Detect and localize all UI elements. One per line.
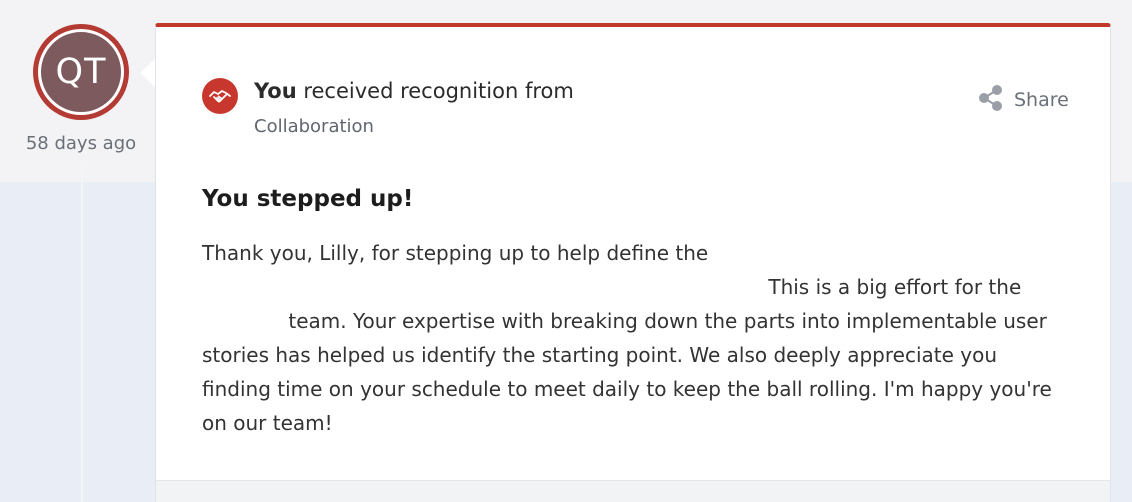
message-part-2: This is a big effort for the xyxy=(762,275,1022,299)
share-icon xyxy=(976,83,1006,117)
received-text: received recognition from xyxy=(296,79,581,103)
redacted-project-name xyxy=(202,278,762,299)
redacted-team-name xyxy=(202,312,282,333)
recipient-you: You xyxy=(254,79,297,103)
message-part-1: Thank you, Lilly, for stepping up to hel… xyxy=(202,241,709,265)
recognition-feed: QT 58 days ago You received recognition … xyxy=(0,0,1132,502)
card-pointer xyxy=(140,58,156,88)
timeline-line xyxy=(81,165,83,502)
share-label: Share xyxy=(1014,89,1069,111)
recognition-title: You stepped up! xyxy=(202,186,414,212)
avatar-initials: QT xyxy=(38,29,124,115)
card-footer xyxy=(156,480,1110,502)
timestamp: 58 days ago xyxy=(25,133,137,154)
recognition-card: You received recognition from Collaborat… xyxy=(155,23,1111,502)
handshake-icon xyxy=(202,78,238,114)
giver-name-redacted[interactable] xyxy=(580,81,773,103)
share-button[interactable]: Share xyxy=(976,83,1069,117)
recognition-header: You received recognition from xyxy=(254,79,773,103)
message-part-3: team. Your expertise with breaking down … xyxy=(202,309,1052,435)
recognition-category: Collaboration xyxy=(254,116,374,137)
recognition-message: Thank you, Lilly, for stepping up to hel… xyxy=(202,236,1052,440)
avatar[interactable]: QT xyxy=(33,24,129,120)
